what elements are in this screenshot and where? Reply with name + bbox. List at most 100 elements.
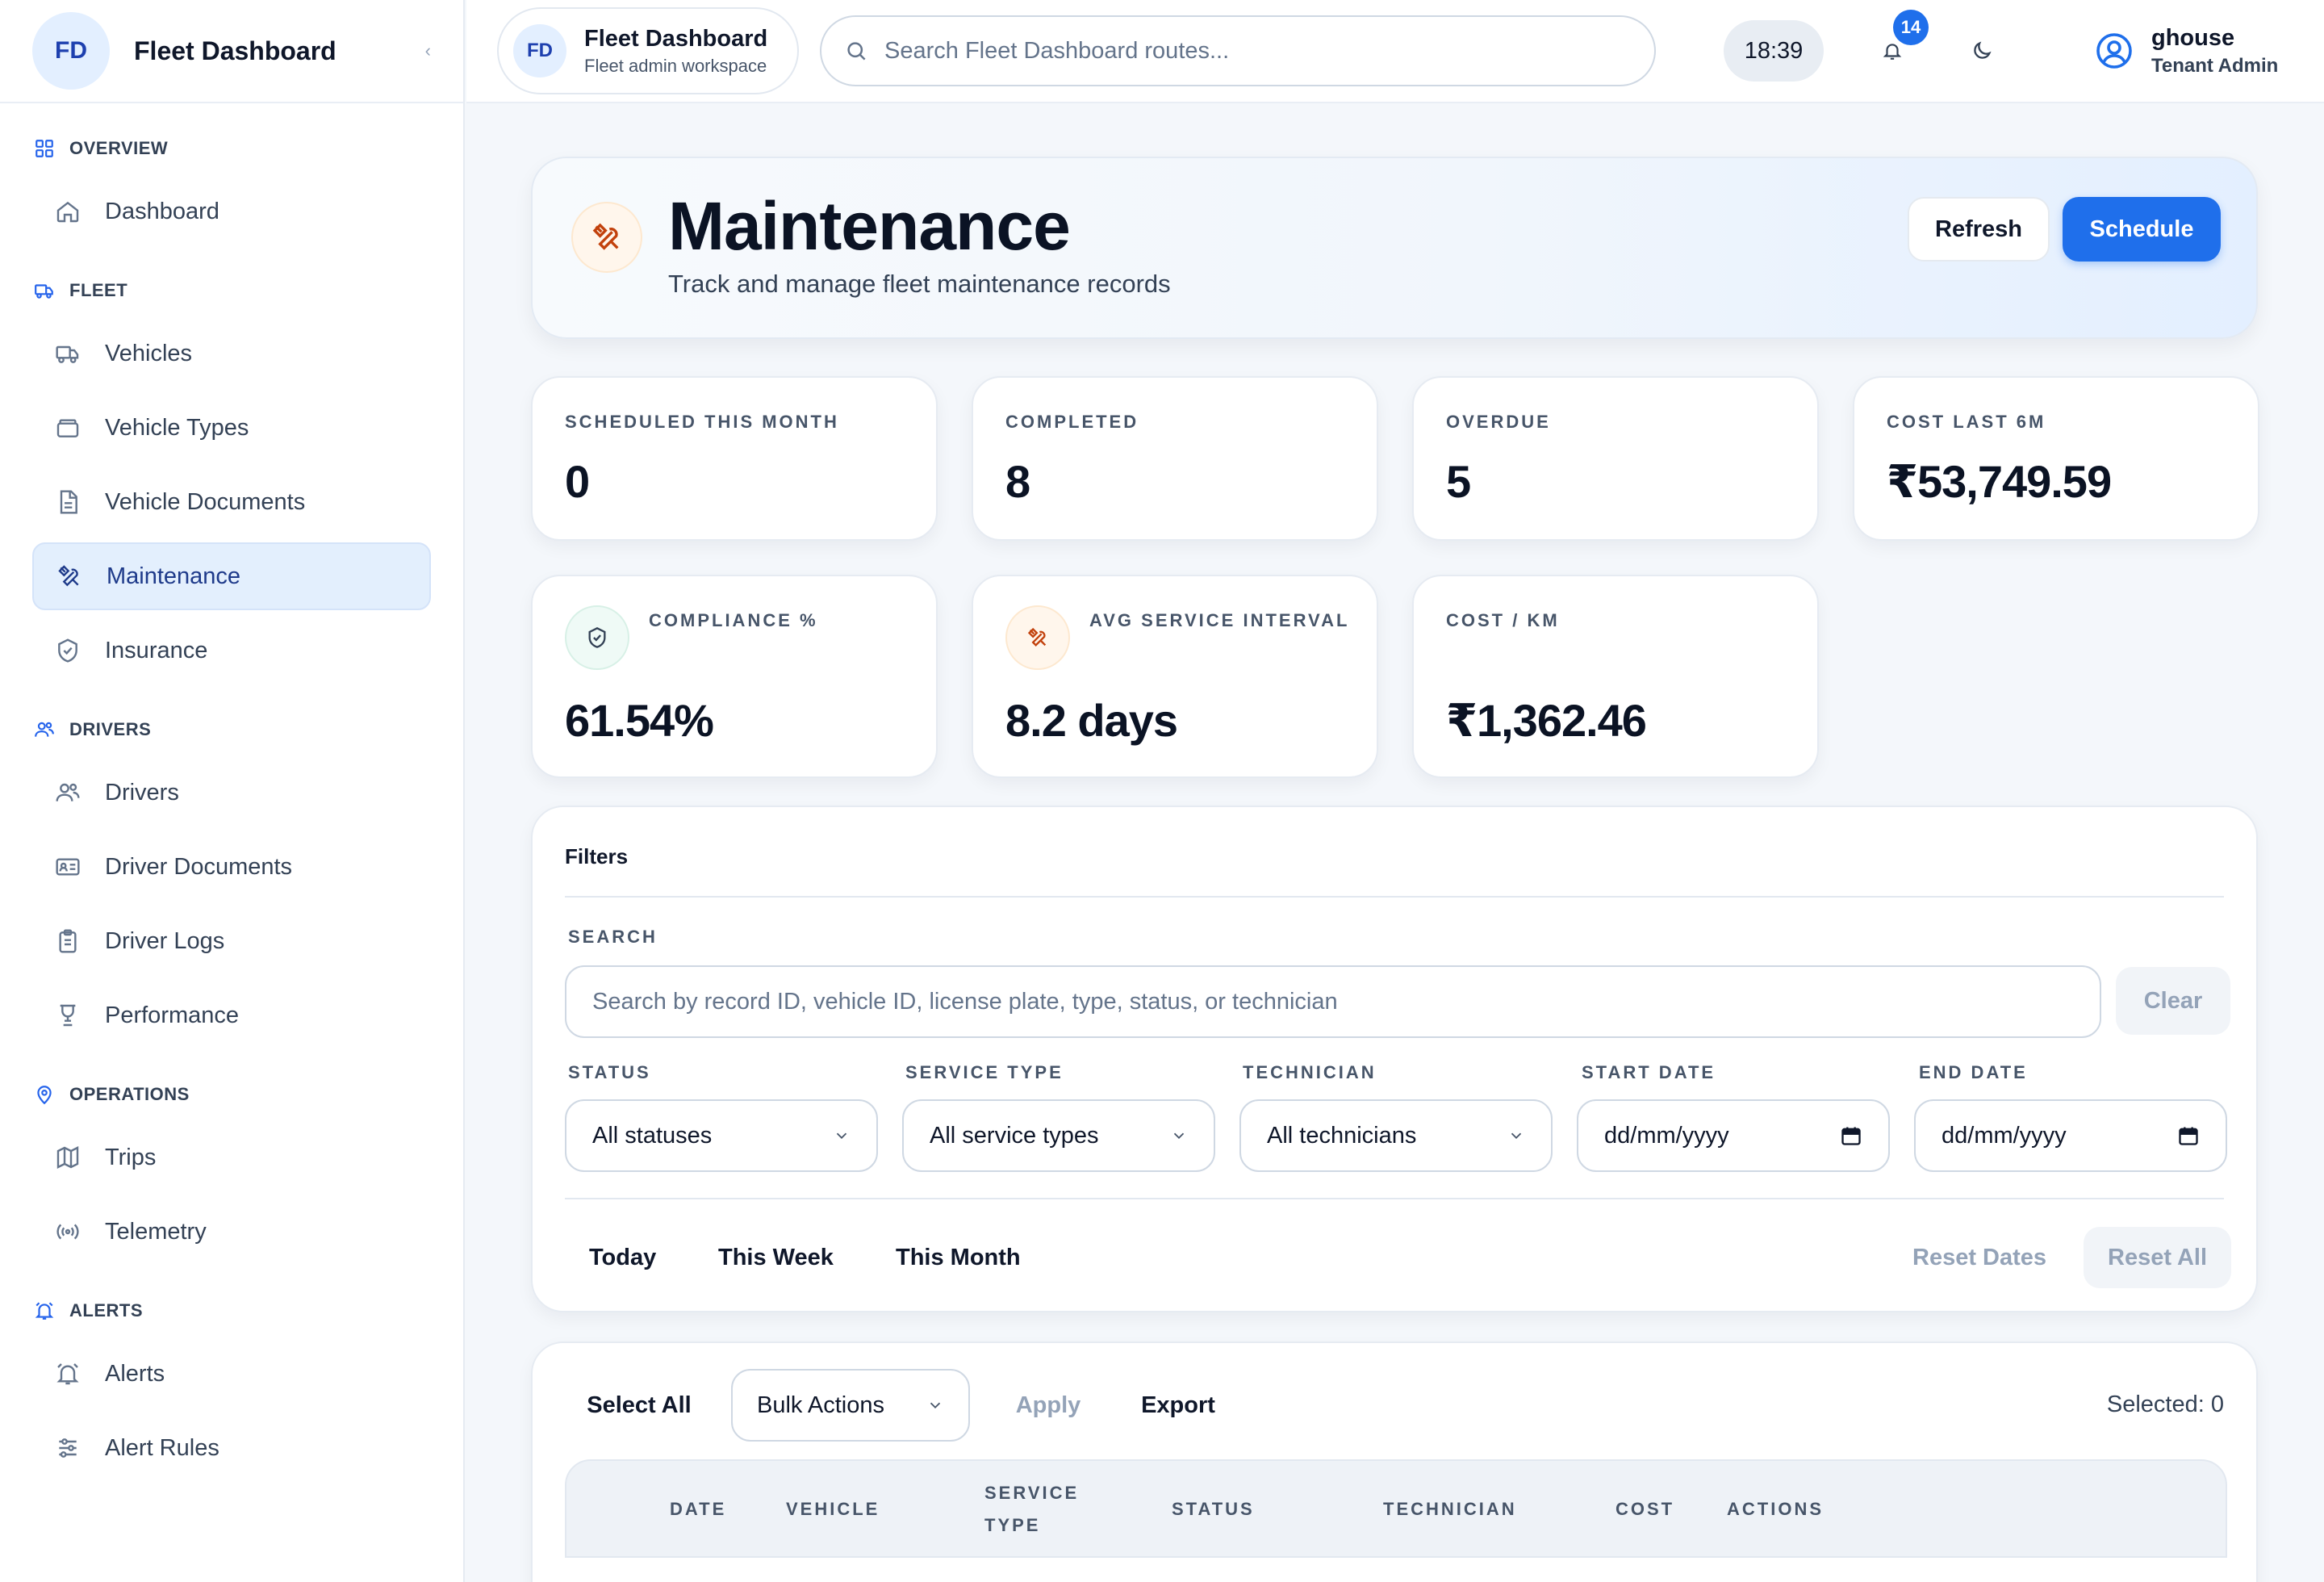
bulk-actions-select[interactable]: Bulk Actions: [731, 1369, 970, 1442]
sidebar-header: FD Fleet Dashboard ‹: [0, 0, 463, 103]
alarm-icon: [34, 1300, 55, 1321]
sidebar-item-performance[interactable]: Performance: [32, 981, 431, 1049]
sidebar-item-driver-logs[interactable]: Driver Logs: [32, 907, 431, 975]
start-date-value: dd/mm/yyyy: [1604, 1122, 1729, 1149]
section-drivers: DRIVERS: [0, 712, 463, 747]
refresh-button[interactable]: Refresh: [1908, 197, 2050, 262]
user-circle-icon: [2095, 31, 2134, 70]
stat-value: 8.2 days: [1005, 695, 1178, 746]
column-header-vehicle[interactable]: VEHICLE: [786, 1493, 880, 1526]
selected-count: Selected: 0: [2106, 1392, 2224, 1417]
stat-card-cost-6m: COST LAST 6M ₹53,749.59: [1853, 376, 2259, 541]
chevron-down-icon: [1170, 1127, 1188, 1145]
stat-label: COST LAST 6M: [1887, 412, 2046, 432]
reset-all-button[interactable]: Reset All: [2084, 1227, 2232, 1288]
column-header-service-line1: SERVICE: [984, 1483, 1080, 1503]
section-label: OVERVIEW: [69, 138, 169, 158]
users-icon: [34, 719, 55, 740]
stat-card-compliance: COMPLIANCE % 61.54%: [531, 575, 938, 778]
route-search-input[interactable]: [884, 37, 1611, 65]
column-header-date[interactable]: DATE: [670, 1493, 726, 1526]
apply-button[interactable]: Apply: [996, 1371, 1101, 1440]
column-header-service-type[interactable]: SERVICE TYPE: [984, 1477, 1079, 1542]
select-all-button[interactable]: Select All: [565, 1371, 713, 1440]
reset-dates-button[interactable]: Reset Dates: [1888, 1227, 2071, 1288]
today-button[interactable]: Today: [565, 1227, 681, 1288]
stat-card-completed: COMPLETED 8: [972, 376, 1378, 541]
filters-title: Filters: [565, 844, 629, 868]
shield-check-icon: [55, 638, 82, 663]
sidebar-item-vehicle-documents[interactable]: Vehicle Documents: [32, 468, 431, 536]
divider: [565, 896, 2224, 898]
column-header-status[interactable]: STATUS: [1172, 1493, 1255, 1526]
sidebar-item-drivers[interactable]: Drivers: [32, 759, 431, 827]
column-header-technician[interactable]: TECHNICIAN: [1383, 1493, 1517, 1526]
app-logo: FD: [32, 12, 110, 90]
sidebar-item-label: Alerts: [105, 1360, 165, 1387]
sidebar-item-dashboard[interactable]: Dashboard: [32, 178, 431, 245]
status-select-value: All statuses: [592, 1122, 713, 1149]
workspace-badge: FD: [513, 24, 566, 77]
sidebar-item-insurance[interactable]: Insurance: [32, 617, 431, 684]
bell-icon: [1882, 40, 1903, 61]
sidebar-item-label: Alert Rules: [105, 1434, 219, 1461]
workspace-subtitle: Fleet admin workspace: [584, 55, 767, 76]
bulk-actions-value: Bulk Actions: [757, 1392, 884, 1418]
sidebar-item-driver-documents[interactable]: Driver Documents: [32, 833, 431, 901]
workspace-switcher[interactable]: FD Fleet Dashboard Fleet admin workspace: [497, 7, 799, 94]
schedule-button[interactable]: Schedule: [2063, 197, 2221, 262]
grid-icon: [34, 138, 55, 159]
sidebar-item-trips[interactable]: Trips: [32, 1124, 431, 1191]
service-type-select-value: All service types: [930, 1122, 1099, 1149]
sidebar-item-alerts[interactable]: Alerts: [32, 1340, 431, 1408]
status-select[interactable]: All statuses: [565, 1099, 878, 1172]
theme-toggle[interactable]: [1971, 40, 1993, 62]
stat-card-overdue: OVERDUE 5: [1412, 376, 1819, 541]
sidebar-item-vehicles[interactable]: Vehicles: [32, 320, 431, 387]
stat-card-avg-interval: AVG SERVICE INTERVAL 8.2 days: [972, 575, 1378, 778]
sidebar-item-vehicle-types[interactable]: Vehicle Types: [32, 394, 431, 462]
end-date-value: dd/mm/yyyy: [1942, 1122, 2067, 1149]
sidebar-item-label: Trips: [105, 1144, 157, 1170]
stat-label: AVG SERVICE INTERVAL: [1089, 610, 1350, 630]
start-date-input[interactable]: dd/mm/yyyy: [1577, 1099, 1890, 1172]
sliders-icon: [55, 1435, 82, 1461]
stat-label: SCHEDULED THIS MONTH: [565, 412, 839, 432]
section-label: OPERATIONS: [69, 1084, 190, 1104]
sidebar-item-telemetry[interactable]: Telemetry: [32, 1198, 431, 1266]
export-button[interactable]: Export: [1118, 1371, 1238, 1440]
section-fleet: FLEET: [0, 273, 463, 308]
user-name: ghouse: [2151, 24, 2235, 51]
calendar-icon[interactable]: [1840, 1124, 1862, 1147]
clear-search-button[interactable]: Clear: [2116, 967, 2230, 1035]
stat-value: 8: [1005, 456, 1030, 507]
this-week-button[interactable]: This Week: [694, 1227, 858, 1288]
chevron-down-icon: [926, 1396, 944, 1414]
this-month-button[interactable]: This Month: [872, 1227, 1045, 1288]
column-header-cost[interactable]: COST: [1616, 1493, 1674, 1526]
technician-select[interactable]: All technicians: [1239, 1099, 1553, 1172]
sidebar-item-alert-rules[interactable]: Alert Rules: [32, 1414, 431, 1482]
notifications-button[interactable]: 14: [1872, 10, 1929, 71]
section-operations: OPERATIONS: [0, 1077, 463, 1112]
sidebar-item-label: Driver Logs: [105, 927, 225, 954]
end-date-input[interactable]: dd/mm/yyyy: [1914, 1099, 2227, 1172]
page-header: Maintenance Track and manage fleet maint…: [531, 157, 2258, 339]
records-search-input[interactable]: [565, 965, 2101, 1038]
user-menu[interactable]: ghouse Tenant Admin: [2095, 25, 2278, 77]
section-label: ALERTS: [69, 1300, 143, 1320]
service-type-select[interactable]: All service types: [902, 1099, 1215, 1172]
sidebar-item-label: Driver Documents: [105, 853, 293, 880]
sidebar-item-maintenance[interactable]: Maintenance: [32, 542, 431, 610]
sidebar-item-label: Performance: [105, 1002, 240, 1028]
status-label: STATUS: [568, 1062, 651, 1082]
users-icon: [55, 780, 82, 806]
stat-card-cost-per-km: COST / KM ₹1,362.46: [1412, 575, 1819, 778]
clock: 18:39: [1724, 20, 1824, 82]
calendar-icon[interactable]: [2177, 1124, 2200, 1147]
route-search[interactable]: [820, 15, 1656, 86]
trophy-icon: [55, 1002, 82, 1028]
section-alerts: ALERTS: [0, 1293, 463, 1329]
truck-icon: [55, 341, 82, 366]
collapse-sidebar-button[interactable]: ‹: [425, 40, 431, 61]
